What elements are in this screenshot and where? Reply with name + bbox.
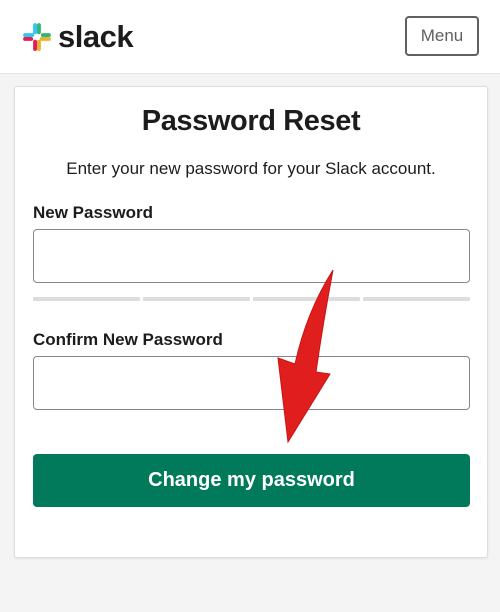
strength-segment — [143, 297, 250, 301]
new-password-field[interactable] — [33, 229, 470, 283]
instructions-text: Enter your new password for your Slack a… — [66, 159, 436, 178]
slack-logo[interactable]: slack — [22, 19, 134, 54]
strength-segment — [253, 297, 360, 301]
change-password-button[interactable]: Change my password — [33, 454, 470, 507]
password-reset-card: Password Reset Enter your new password f… — [14, 86, 488, 558]
password-strength-meter — [33, 297, 470, 301]
page-title: Password Reset — [141, 105, 361, 137]
strength-segment — [363, 297, 470, 301]
confirm-password-label: Confirm New Password — [33, 330, 223, 349]
top-navigation-bar: slack Menu — [0, 0, 500, 74]
confirm-password-field[interactable] — [33, 356, 470, 410]
logo-wordmark: slack — [58, 19, 134, 54]
slack-hash-icon — [23, 23, 51, 51]
strength-segment — [33, 297, 140, 301]
new-password-label: New Password — [33, 203, 153, 222]
menu-button[interactable]: Menu — [405, 16, 479, 56]
